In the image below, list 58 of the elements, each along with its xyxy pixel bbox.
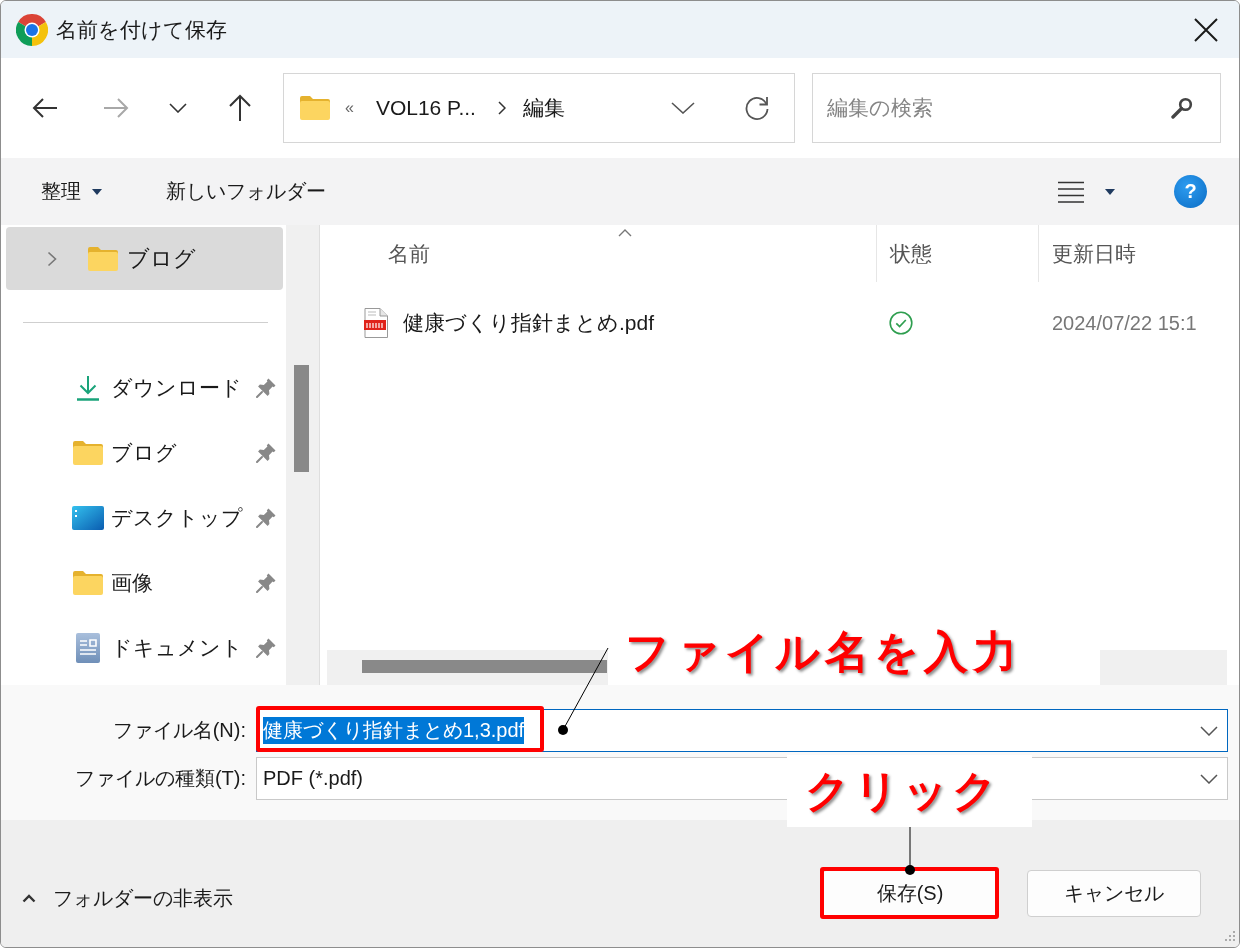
- file-name[interactable]: 健康づくり指針まとめ.pdf: [403, 309, 655, 337]
- cancel-button[interactable]: キャンセル: [1027, 870, 1201, 917]
- field-label: ファイル名(N):: [111, 718, 246, 743]
- quick-access-item[interactable]: ブログ: [1, 420, 286, 485]
- browser-logo-icon: [16, 13, 48, 46]
- chevron-right-icon[interactable]: [47, 250, 57, 267]
- chevron-right-icon: [497, 101, 506, 115]
- quick-access-item[interactable]: ドキュメント: [1, 615, 286, 680]
- folder-icon: [300, 96, 330, 120]
- folder-icon: [73, 440, 103, 465]
- caret-down-icon: [92, 188, 102, 195]
- column-header[interactable]: 更新日時: [1039, 225, 1239, 282]
- file-name-field[interactable]: 健康づくり指針まとめ1,3.pdf: [256, 709, 1228, 752]
- pin-icon[interactable]: [256, 572, 276, 593]
- new-folder-button[interactable]: 新しいフォルダー: [166, 178, 326, 205]
- quick-access-item[interactable]: ダウンロード: [1, 355, 286, 420]
- folder-icon: [73, 570, 103, 595]
- callout-tooltip: クリック: [787, 755, 1032, 827]
- pdf-file-icon: [364, 308, 388, 338]
- up-arrow-icon[interactable]: [227, 94, 253, 122]
- pin-icon[interactable]: [256, 442, 276, 463]
- window-title: 名前を付けて保存: [56, 16, 227, 43]
- column-header[interactable]: 状態: [877, 225, 1039, 282]
- hide-folders-toggle[interactable]: フォルダーの非表示: [1, 870, 233, 917]
- list-view-icon[interactable]: [1058, 180, 1084, 203]
- desktop-icon: [72, 505, 104, 530]
- pin-icon[interactable]: [256, 637, 276, 658]
- address-overflow-mark[interactable]: «: [345, 99, 354, 117]
- quick-access-item[interactable]: 画像: [1, 550, 286, 615]
- folder-icon: [88, 246, 118, 271]
- quick-access-item[interactable]: デスクトップ: [1, 485, 286, 550]
- chevron-down-icon[interactable]: [1200, 773, 1218, 784]
- leader-line: [905, 826, 915, 875]
- breadcrumb-segment[interactable]: 編集: [522, 94, 565, 122]
- chevron-down-icon[interactable]: [169, 103, 187, 113]
- pin-icon[interactable]: [256, 377, 276, 398]
- organize-menu-button[interactable]: 整理: [41, 178, 102, 205]
- scrollbar-thumb[interactable]: [362, 660, 607, 673]
- folder-tree-item[interactable]: ブログ: [6, 227, 283, 290]
- chevron-down-icon[interactable]: [1200, 725, 1218, 736]
- caret-down-icon[interactable]: [1105, 188, 1115, 195]
- download-icon: [76, 374, 100, 401]
- breadcrumb-segment[interactable]: VOL16 P...: [375, 96, 476, 120]
- modified-date: 2024/07/22 15:1: [1052, 311, 1197, 335]
- close-icon[interactable]: [1194, 17, 1218, 42]
- resize-grip-icon[interactable]: [1222, 930, 1236, 944]
- back-arrow-icon[interactable]: [32, 96, 58, 120]
- document-icon: [76, 632, 100, 663]
- scrollbar-thumb[interactable]: [294, 365, 309, 472]
- refresh-icon[interactable]: [744, 95, 770, 121]
- column-header[interactable]: 名前: [320, 225, 877, 282]
- search-icon: [1171, 97, 1193, 119]
- pin-icon[interactable]: [256, 507, 276, 528]
- chevron-down-icon[interactable]: [671, 102, 695, 114]
- search-field[interactable]: 編集の検索: [812, 73, 1221, 143]
- address-bar[interactable]: « VOL16 P... 編集: [283, 73, 795, 143]
- vertical-scrollbar[interactable]: [286, 225, 320, 685]
- field-label: ファイルの種類(T):: [73, 766, 246, 791]
